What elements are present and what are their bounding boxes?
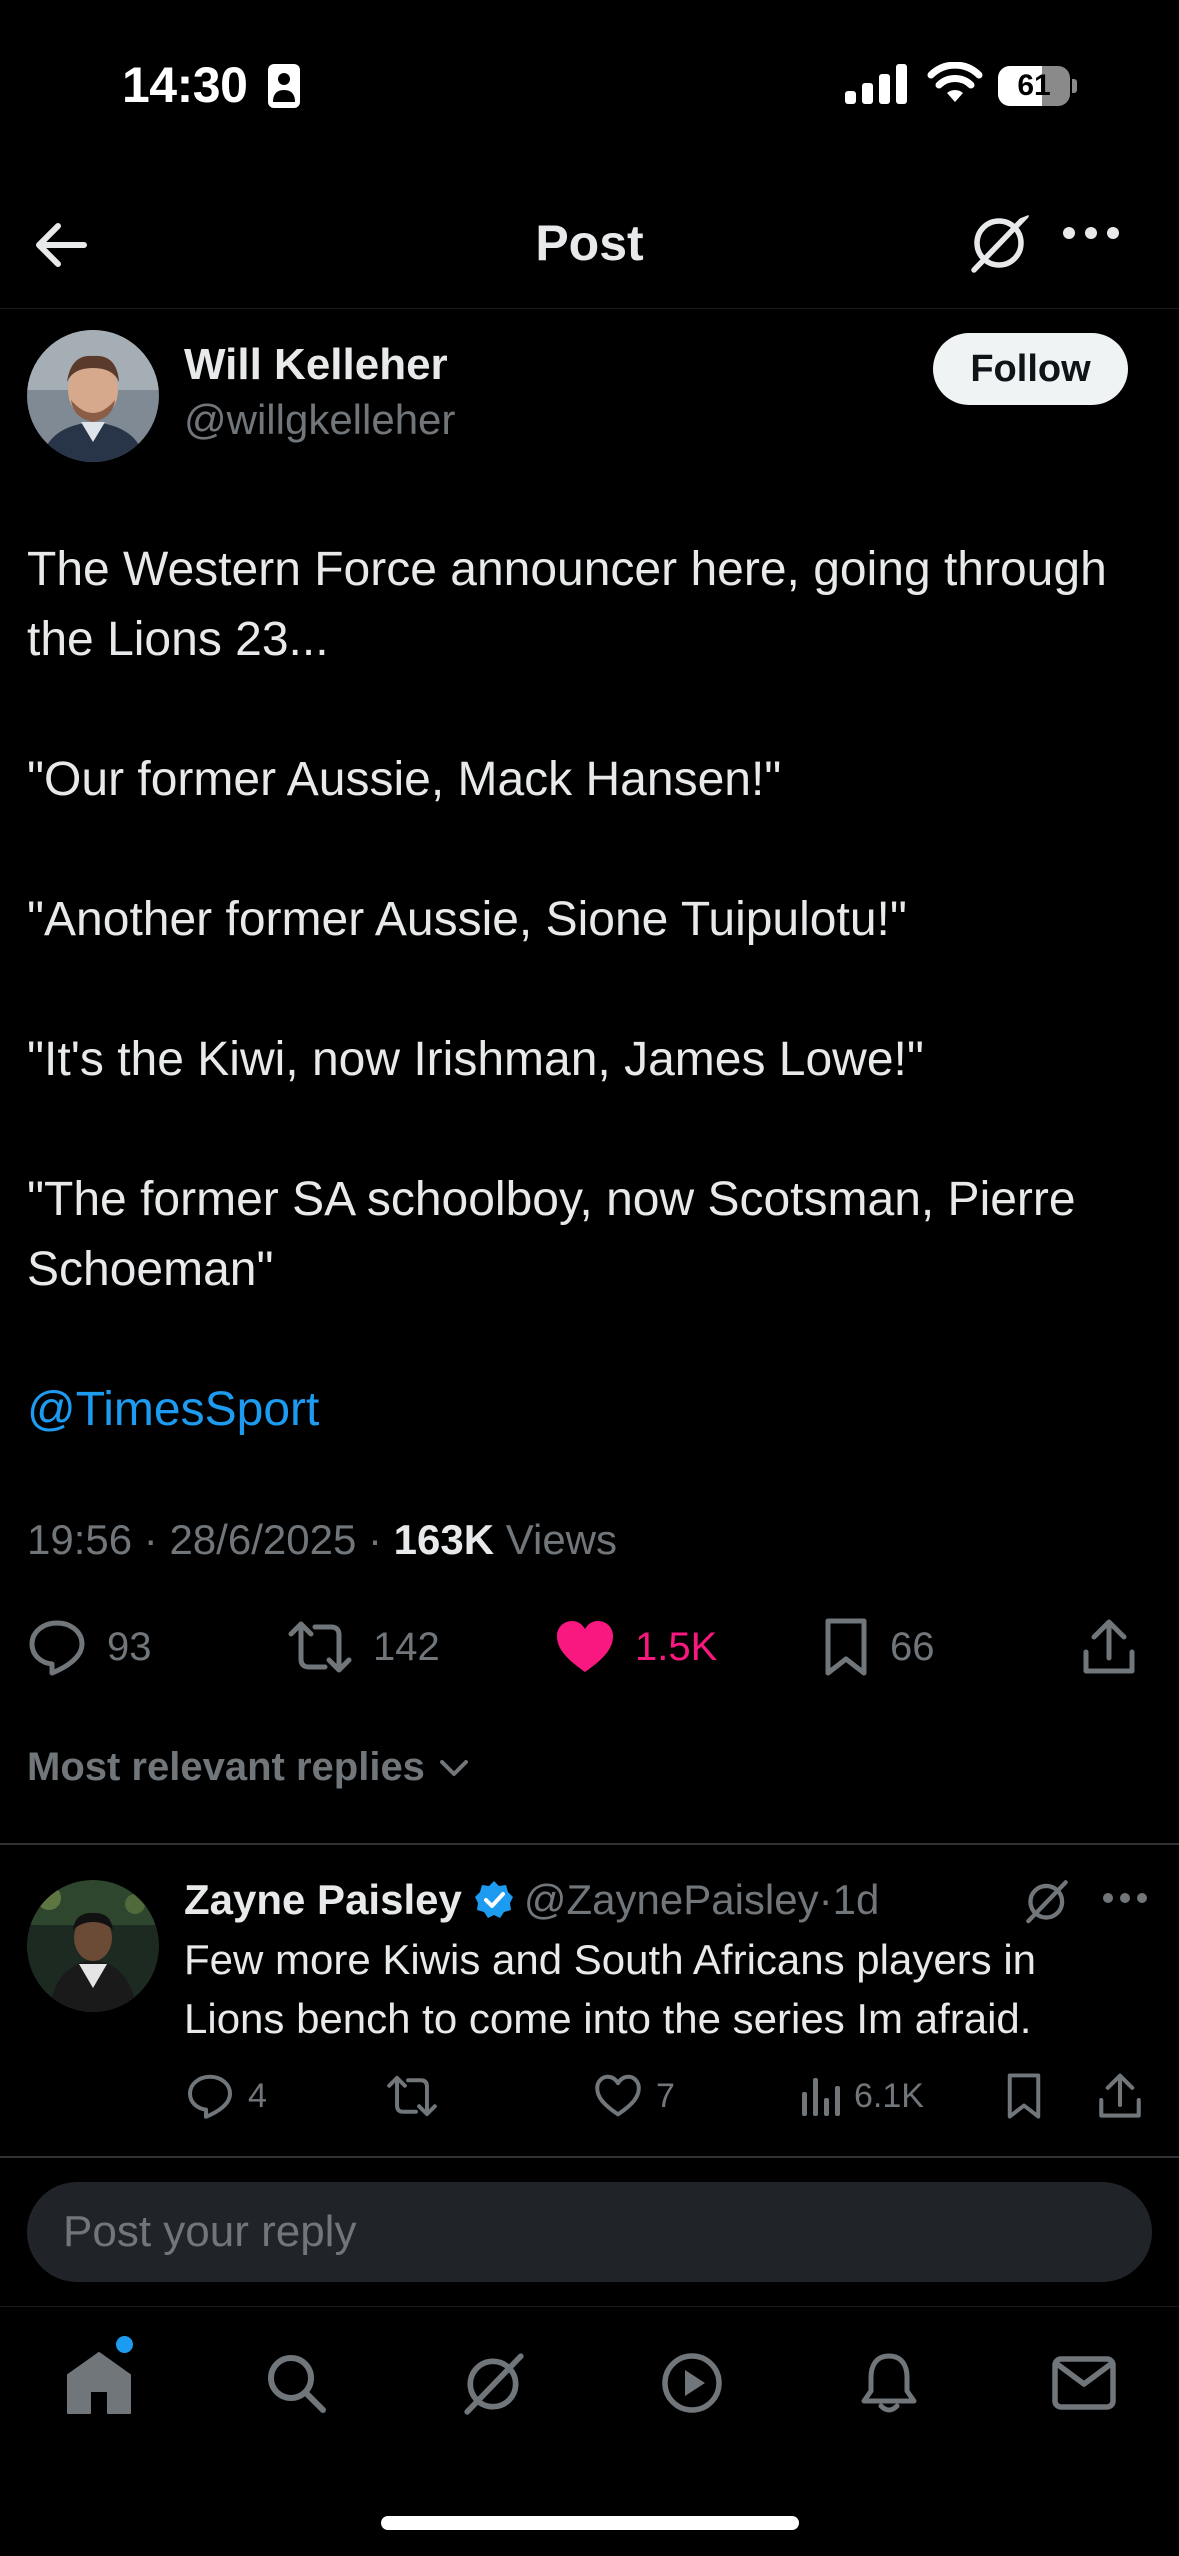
reply-text: Few more Kiwis and South Africans player… bbox=[184, 1936, 1037, 2042]
reply-author-handle[interactable]: @ZaynePaisley bbox=[524, 1876, 819, 1924]
repost-icon bbox=[387, 2075, 437, 2117]
post-paragraph: "The former SA schoolboy, now Scotsman, … bbox=[27, 1173, 1076, 1296]
reply-reply-button[interactable]: 4 bbox=[186, 2066, 267, 2126]
tab-search[interactable] bbox=[256, 2343, 336, 2423]
video-icon bbox=[662, 2353, 722, 2413]
lock-screen-icon bbox=[268, 64, 300, 108]
post-date: 28/6/2025 bbox=[169, 1516, 357, 1563]
views-count[interactable]: 163K bbox=[394, 1516, 494, 1563]
reply-header: Zayne Paisley @ZaynePaisley · 1d bbox=[184, 1876, 879, 1924]
meta-separator: · bbox=[367, 1516, 382, 1563]
views-label: Views bbox=[505, 1516, 618, 1563]
tab-notifications[interactable] bbox=[849, 2343, 929, 2423]
reply-like-count: 7 bbox=[656, 2076, 675, 2115]
replies-sort-dropdown[interactable]: Most relevant replies bbox=[27, 1745, 469, 1790]
reply-grok-button[interactable] bbox=[1024, 1878, 1070, 1924]
bookmark-icon bbox=[825, 1618, 867, 1676]
repost-icon bbox=[288, 1621, 352, 1673]
tab-bar-divider bbox=[0, 2306, 1179, 2307]
grok-icon bbox=[1026, 1880, 1068, 1924]
meta-separator: · bbox=[818, 1876, 833, 1923]
notifications-icon bbox=[861, 2353, 917, 2413]
reply-input[interactable] bbox=[63, 2182, 1113, 2282]
bookmark-button[interactable]: 66 bbox=[822, 1612, 935, 1682]
new-content-dot bbox=[116, 2336, 133, 2353]
cellular-signal-icon bbox=[845, 64, 907, 104]
reply-like-button[interactable]: 7 bbox=[594, 2066, 675, 2126]
author-name[interactable]: Will Kelleher bbox=[184, 340, 448, 390]
reply-repost-button[interactable] bbox=[386, 2066, 438, 2126]
more-options-icon bbox=[1103, 1893, 1147, 1903]
share-button[interactable] bbox=[1082, 1612, 1136, 1682]
reply-share-button[interactable] bbox=[1098, 2066, 1142, 2126]
reply-bookmark-button[interactable] bbox=[1005, 2066, 1043, 2126]
grok-icon bbox=[971, 210, 1030, 273]
post-text: The Western Force announcer here, going … bbox=[27, 535, 1157, 1445]
analytics-icon bbox=[802, 2078, 840, 2116]
more-options-button[interactable] bbox=[1062, 226, 1120, 240]
messages-icon bbox=[1052, 2356, 1116, 2410]
post-metadata: 19:56 · 28/6/2025 · 163K Views bbox=[27, 1516, 617, 1564]
post-paragraph: "Our former Aussie, Mack Hansen!" bbox=[27, 753, 782, 806]
post-paragraph: "Another former Aussie, Sione Tuipulotu!… bbox=[27, 893, 907, 946]
status-time: 14:30 bbox=[122, 57, 248, 113]
home-icon bbox=[67, 2352, 131, 2414]
divider bbox=[0, 1843, 1179, 1845]
reply-views-count: 6.1K bbox=[854, 2076, 924, 2115]
grok-icon bbox=[464, 2353, 524, 2415]
post-paragraph: "It's the Kiwi, now Irishman, James Lowe… bbox=[27, 1033, 924, 1086]
reply-reply-count: 4 bbox=[248, 2076, 267, 2115]
follow-button[interactable]: Follow bbox=[933, 333, 1128, 405]
like-count: 1.5K bbox=[635, 1624, 718, 1669]
tab-grok[interactable] bbox=[454, 2343, 534, 2423]
share-icon bbox=[1083, 1619, 1135, 1674]
meta-separator: · bbox=[143, 1516, 158, 1563]
battery-icon: 61 bbox=[998, 66, 1077, 106]
repost-button[interactable]: 142 bbox=[287, 1612, 440, 1682]
tab-video[interactable] bbox=[652, 2343, 732, 2423]
reply-views-button[interactable]: 6.1K bbox=[800, 2066, 924, 2126]
share-icon bbox=[1099, 2073, 1141, 2118]
reply-button[interactable]: 93 bbox=[27, 1612, 152, 1682]
post-paragraph: The Western Force announcer here, going … bbox=[27, 543, 1107, 666]
wifi-icon bbox=[927, 62, 983, 104]
battery-percent: 61 bbox=[1017, 69, 1051, 102]
reply-icon bbox=[188, 2074, 232, 2119]
reply-composer[interactable] bbox=[27, 2182, 1152, 2282]
verified-badge-icon bbox=[474, 1880, 514, 1920]
heart-filled-icon bbox=[557, 1621, 613, 1672]
mention-link[interactable]: @TimesSport bbox=[27, 1383, 319, 1436]
search-icon bbox=[268, 2355, 326, 2413]
reply-time: 1d bbox=[832, 1876, 880, 1923]
home-indicator bbox=[381, 2516, 799, 2530]
like-button[interactable]: 1.5K bbox=[555, 1612, 717, 1682]
chevron-down-icon bbox=[439, 1759, 468, 1776]
reply-avatar[interactable] bbox=[27, 1880, 159, 2012]
author-avatar[interactable] bbox=[27, 330, 159, 462]
heart-icon bbox=[595, 2074, 641, 2117]
tab-home[interactable] bbox=[59, 2343, 139, 2423]
header-divider bbox=[0, 308, 1179, 309]
reply-more-button[interactable] bbox=[1103, 1892, 1147, 1904]
author-handle[interactable]: @willgkelleher bbox=[184, 396, 455, 444]
more-options-icon bbox=[1063, 227, 1119, 239]
tab-messages[interactable] bbox=[1044, 2343, 1124, 2423]
grok-button[interactable] bbox=[968, 210, 1032, 274]
post-time: 19:56 bbox=[27, 1516, 133, 1563]
reply-author-name[interactable]: Zayne Paisley bbox=[184, 1876, 462, 1924]
bookmark-icon bbox=[1007, 2073, 1041, 2119]
reply-icon bbox=[29, 1620, 85, 1676]
repost-count: 142 bbox=[373, 1624, 440, 1669]
bookmark-count: 66 bbox=[890, 1624, 935, 1669]
divider bbox=[0, 2156, 1179, 2158]
replies-sort-label: Most relevant replies bbox=[27, 1745, 425, 1789]
reply-count: 93 bbox=[107, 1624, 152, 1669]
